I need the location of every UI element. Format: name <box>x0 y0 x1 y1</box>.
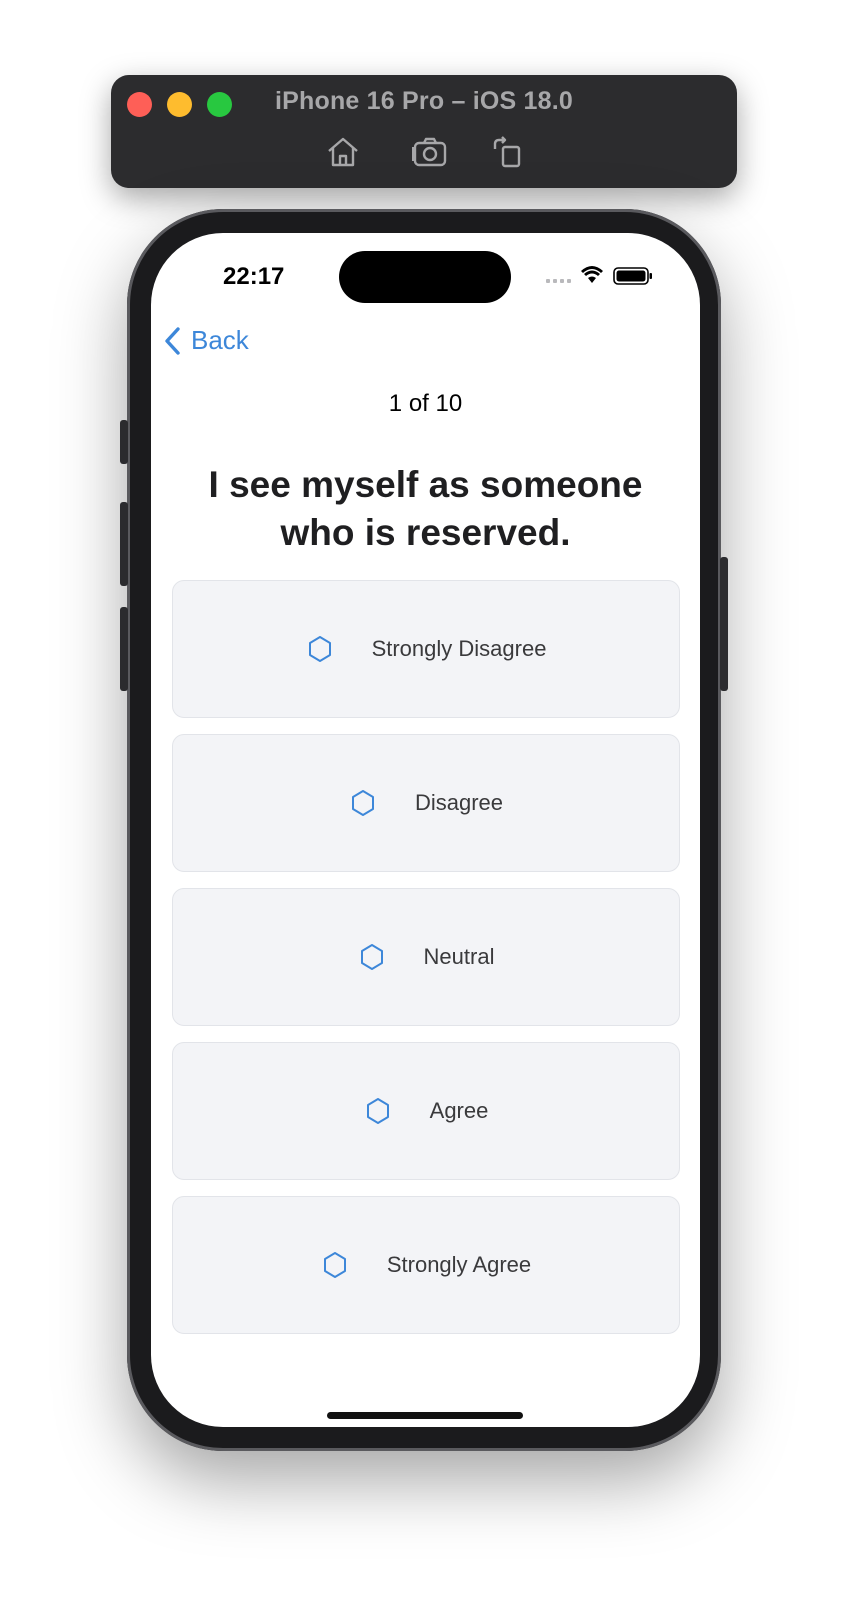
status-time: 22:17 <box>223 263 285 290</box>
simulator-tools <box>111 135 737 169</box>
option-neutral[interactable]: Neutral <box>172 888 680 1026</box>
hexagon-icon <box>351 790 374 816</box>
action-button <box>120 420 128 464</box>
wifi-icon <box>581 266 603 283</box>
option-agree[interactable]: Agree <box>172 1042 680 1180</box>
power-button <box>720 557 728 691</box>
option-label: Strongly Agree <box>386 1252 532 1277</box>
hexagon-icon <box>323 1252 346 1278</box>
phone-screen: 22:17 Back 1 of 10 I see myself as someo… <box>151 233 700 1427</box>
volume-down-button <box>120 607 128 691</box>
hexagon-icon <box>360 944 383 970</box>
chevron-left-icon <box>165 326 180 355</box>
hexagon-icon <box>366 1098 389 1124</box>
simulator-title: iPhone 16 Pro – iOS 18.0 <box>275 87 573 115</box>
status-icons <box>546 264 654 288</box>
question-progress: 1 of 10 <box>388 390 463 417</box>
back-button[interactable]: Back <box>163 325 249 356</box>
battery-icon <box>613 267 652 285</box>
rotate-icon[interactable] <box>489 135 525 169</box>
cellular-icon <box>546 279 571 283</box>
question-text: I see myself as someone who is reserved. <box>208 464 643 553</box>
option-label: Strongly Disagree <box>371 636 547 661</box>
home-icon[interactable] <box>325 135 361 169</box>
hexagon-icon <box>308 636 331 662</box>
home-indicator[interactable] <box>327 1412 523 1419</box>
option-label: Agree <box>429 1098 489 1123</box>
back-label: Back <box>191 325 249 355</box>
option-disagree[interactable]: Disagree <box>172 734 680 872</box>
simulator-toolbar: iPhone 16 Pro – iOS 18.0 <box>111 75 737 188</box>
option-label: Disagree <box>414 790 504 815</box>
volume-up-button <box>120 502 128 586</box>
dynamic-island <box>339 251 511 303</box>
option-label: Neutral <box>423 944 495 969</box>
option-strongly-disagree[interactable]: Strongly Disagree <box>172 580 680 718</box>
simulator-stage: iPhone 16 Pro – iOS 18.0 22:17 Back 1 of… <box>0 0 848 1598</box>
screenshot-camera-icon[interactable] <box>412 135 448 169</box>
option-strongly-agree[interactable]: Strongly Agree <box>172 1196 680 1334</box>
